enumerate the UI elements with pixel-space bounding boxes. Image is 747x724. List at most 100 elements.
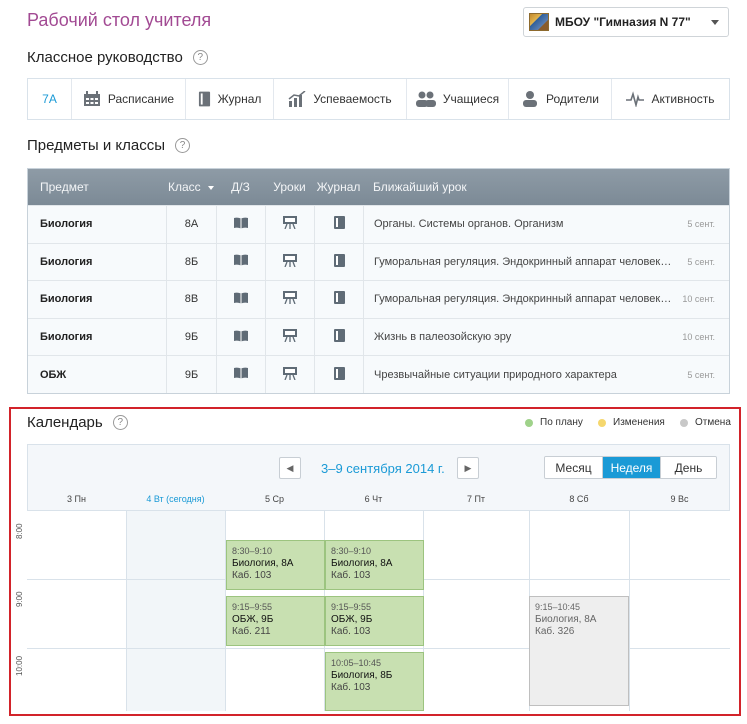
row-next-lesson[interactable]: Гуморальная регуляция. Эндокринный аппар…: [363, 243, 729, 281]
event-room: Каб. 103: [331, 626, 371, 637]
help-icon[interactable]: ?: [112, 415, 128, 430]
calendar-event[interactable]: 8:30–9:10 Биология, 8А Каб. 103: [226, 540, 325, 590]
day-header[interactable]: 3 Пн: [27, 494, 126, 504]
activity-icon: [626, 91, 645, 107]
legend-cancelled: Отмена: [680, 417, 731, 428]
legend-changes: Изменения: [598, 417, 665, 428]
calendar-event[interactable]: 9:15–9:55 ОБЖ, 9Б Каб. 103: [325, 596, 424, 646]
table-row[interactable]: Биология 8Б Гуморальная регуляция. Эндокри…: [28, 242, 729, 281]
journal-link[interactable]: [314, 318, 363, 356]
journal-icon: [198, 91, 210, 107]
table-row[interactable]: Биология 8В Гуморальная регуляция. Эндокри…: [28, 280, 729, 318]
chart-icon: [288, 91, 306, 107]
tab-schedule[interactable]: Расписание: [72, 79, 186, 119]
tab-journal[interactable]: Журнал: [186, 79, 274, 119]
homework-link[interactable]: [216, 281, 265, 318]
day-header[interactable]: 7 Пт: [423, 494, 529, 504]
row-class: 9Б: [166, 318, 216, 356]
lessons-link[interactable]: [265, 281, 314, 318]
event-room: Каб. 211: [232, 626, 271, 637]
lessons-link[interactable]: [265, 318, 314, 356]
calendar-icon: [83, 91, 100, 106]
calendar-event[interactable]: 9:15–9:55 ОБЖ, 9Б Каб. 211: [226, 596, 325, 646]
row-subject: Биология: [40, 293, 93, 306]
table-row[interactable]: ОБЖ 9Б Чрезвычайные ситуации природного ха…: [28, 355, 729, 393]
legend-label: Изменения: [613, 417, 665, 428]
journal-link[interactable]: [314, 243, 363, 281]
tab-students[interactable]: Учащиеся: [407, 79, 509, 119]
day-column[interactable]: [423, 511, 529, 711]
tab-class-7a[interactable]: 7A: [28, 79, 72, 119]
next-lesson-date: 5 сент.: [687, 369, 715, 380]
day-column[interactable]: [126, 511, 225, 711]
event-room: Каб. 103: [331, 682, 371, 693]
journal-icon: [333, 329, 345, 345]
legend-label: По плану: [540, 417, 583, 428]
chevron-left-icon: ◀: [286, 462, 294, 473]
table-header: Предмет Класс Д/З Уроки Журнал Ближайший…: [28, 169, 729, 205]
day-header[interactable]: 9 Вс: [629, 494, 730, 504]
tab-performance[interactable]: Успеваемость: [274, 79, 407, 119]
class-leadership-title: Классное руководство ?: [27, 49, 208, 66]
row-next-lesson[interactable]: Чрезвычайные ситуации природного характе…: [363, 356, 729, 393]
header-subject: Предмет: [40, 180, 89, 194]
calendar-event[interactable]: 8:30–9:10 Биология, 8А Каб. 103: [325, 540, 424, 590]
calendar-event[interactable]: 10:05–10:45 Биология, 8Б Каб. 103: [325, 652, 424, 711]
help-icon[interactable]: ?: [175, 138, 191, 153]
row-next-lesson[interactable]: Жизнь в палеозойскую эру 10 сент.: [363, 318, 729, 356]
day-header-today[interactable]: 4 Вт (сегодня): [126, 494, 225, 504]
legend-cancelled-dot: [680, 418, 688, 427]
view-day-button[interactable]: День: [661, 457, 716, 478]
day-header[interactable]: 5 Ср: [225, 494, 324, 504]
next-week-button[interactable]: ▶: [457, 457, 479, 479]
lessons-link[interactable]: [265, 206, 314, 243]
table-row[interactable]: Биология 8А Органы. Системы органов. Орган…: [28, 205, 729, 243]
lessons-link[interactable]: [265, 356, 314, 393]
header-class-sort[interactable]: Класс: [166, 180, 216, 194]
row-subject: Биология: [40, 331, 93, 344]
homework-link[interactable]: [216, 318, 265, 356]
journal-link[interactable]: [314, 356, 363, 393]
event-time: 8:30–9:10: [232, 546, 273, 556]
homework-link[interactable]: [216, 243, 265, 281]
row-class: 8В: [166, 281, 216, 318]
row-class: 8Б: [166, 243, 216, 281]
school-name: МБОУ "Гимназия N 77": [555, 15, 691, 29]
homework-link[interactable]: [216, 356, 265, 393]
legend-planned: По плану: [525, 417, 583, 428]
day-header[interactable]: 8 Сб: [529, 494, 629, 504]
event-room: Каб. 103: [232, 570, 272, 581]
tab-activity[interactable]: Активность: [612, 79, 729, 119]
event-subject: Биология, 8А: [331, 557, 393, 569]
view-switch: Месяц Неделя День: [544, 456, 717, 479]
prev-week-button[interactable]: ◀: [279, 457, 301, 479]
event-subject: Биология, 8А: [232, 557, 294, 569]
view-week-button[interactable]: Неделя: [603, 457, 661, 478]
students-icon: [415, 91, 436, 107]
subjects-title-text: Предметы и классы: [27, 137, 166, 154]
next-lesson-date: 10 сент.: [682, 332, 715, 343]
homework-link[interactable]: [216, 206, 265, 243]
event-subject: Биология, 8А: [535, 613, 597, 625]
legend-label: Отмена: [695, 417, 731, 428]
help-icon[interactable]: ?: [192, 50, 208, 65]
journal-link[interactable]: [314, 206, 363, 243]
calendar-event[interactable]: 9:15–10:45 Биология, 8А Каб. 326: [529, 596, 629, 706]
event-time: 9:15–10:45: [535, 602, 581, 612]
school-select[interactable]: МБОУ "Гимназия N 77": [523, 7, 729, 37]
journal-icon: [333, 366, 345, 383]
day-header[interactable]: 6 Чт: [324, 494, 423, 504]
tab-label: Активность: [651, 92, 715, 106]
view-month-button[interactable]: Месяц: [545, 457, 603, 478]
journal-link[interactable]: [314, 281, 363, 318]
row-next-lesson[interactable]: Гуморальная регуляция. Эндокринный аппар…: [363, 281, 729, 318]
tab-parents[interactable]: Родители: [509, 79, 612, 119]
time-label: 9:00: [15, 591, 24, 607]
board-icon: [282, 366, 298, 383]
row-class: 8А: [166, 206, 216, 243]
lessons-link[interactable]: [265, 243, 314, 281]
row-next-lesson[interactable]: Органы. Системы органов. Организм 5 сент.: [363, 206, 729, 243]
tab-label: Успеваемость: [313, 92, 392, 106]
table-row[interactable]: Биология 9Б Жизнь в палеозойскую эру 10 сен…: [28, 317, 729, 356]
day-column[interactable]: [629, 511, 730, 711]
